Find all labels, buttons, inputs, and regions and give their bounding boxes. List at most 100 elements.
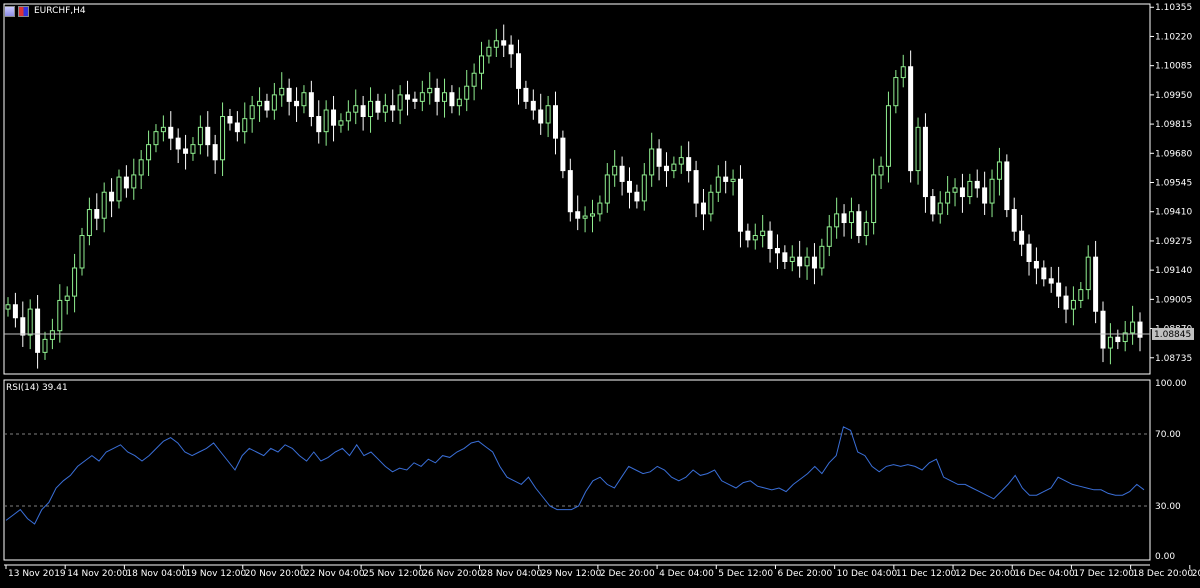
candle-body[interactable]: [656, 148, 662, 167]
candle-body[interactable]: [819, 245, 825, 269]
candle-body[interactable]: [234, 122, 240, 133]
candle-body[interactable]: [878, 165, 884, 176]
candle-body[interactable]: [612, 165, 618, 176]
candle-body[interactable]: [316, 116, 322, 133]
candle-body[interactable]: [72, 267, 78, 297]
candle-body[interactable]: [501, 40, 507, 46]
candle-body[interactable]: [390, 105, 396, 111]
candle-body[interactable]: [530, 100, 536, 111]
candle-body[interactable]: [1100, 310, 1106, 349]
candle-body[interactable]: [700, 202, 706, 215]
candle-body[interactable]: [1056, 282, 1062, 297]
candle-body[interactable]: [345, 111, 351, 122]
candle-body[interactable]: [257, 100, 263, 107]
candle-body[interactable]: [737, 178, 743, 232]
candle-body[interactable]: [197, 126, 203, 146]
candle-body[interactable]: [1078, 289, 1084, 301]
candle-body[interactable]: [42, 338, 48, 353]
candle-body[interactable]: [138, 159, 144, 176]
candle-body[interactable]: [183, 148, 189, 154]
candle-body[interactable]: [12, 304, 18, 319]
candle-body[interactable]: [131, 174, 137, 189]
candle-body[interactable]: [1004, 161, 1010, 211]
candle-body[interactable]: [641, 174, 647, 202]
candle-body[interactable]: [146, 144, 152, 161]
candle-body[interactable]: [937, 202, 943, 215]
chart-canvas[interactable]: 1.10355 1.10220 1.10085 1.09950 1.09815 1.096…: [0, 0, 1200, 584]
candle-body[interactable]: [5, 304, 11, 310]
candle-body[interactable]: [1115, 336, 1121, 343]
candle-body[interactable]: [715, 176, 721, 193]
candle-body[interactable]: [308, 92, 314, 118]
candle-body[interactable]: [752, 235, 758, 241]
candle-body[interactable]: [175, 137, 181, 150]
candle-body[interactable]: [804, 256, 810, 267]
candle-body[interactable]: [826, 226, 832, 247]
candle-body[interactable]: [723, 176, 729, 182]
candle-body[interactable]: [264, 100, 270, 111]
chart-type-icon[interactable]: [4, 5, 15, 17]
candle-body[interactable]: [619, 165, 625, 182]
candle-body[interactable]: [397, 94, 403, 111]
candle-body[interactable]: [456, 98, 462, 107]
candle-body[interactable]: [493, 40, 499, 48]
candle-body[interactable]: [294, 100, 300, 107]
candle-body[interactable]: [419, 92, 425, 102]
candle-body[interactable]: [508, 44, 514, 55]
candle-body[interactable]: [1130, 321, 1136, 334]
candle-body[interactable]: [57, 299, 63, 332]
candle-body[interactable]: [634, 191, 640, 202]
candle-body[interactable]: [604, 174, 610, 204]
candle-body[interactable]: [279, 87, 285, 96]
candle-body[interactable]: [471, 72, 477, 87]
candle-body[interactable]: [538, 109, 544, 124]
candle-body[interactable]: [930, 196, 936, 215]
candle-body[interactable]: [989, 178, 995, 204]
candle-body[interactable]: [567, 170, 573, 213]
candle-body[interactable]: [811, 256, 817, 269]
candle-body[interactable]: [885, 105, 891, 167]
candle-body[interactable]: [774, 248, 780, 254]
candle-body[interactable]: [1033, 260, 1039, 269]
candle-body[interactable]: [271, 94, 277, 111]
candle-body[interactable]: [1063, 295, 1069, 310]
candle-body[interactable]: [331, 109, 337, 126]
candle-body[interactable]: [353, 105, 359, 113]
candle-body[interactable]: [915, 126, 921, 172]
candle-body[interactable]: [863, 222, 869, 237]
candle-body[interactable]: [893, 77, 899, 107]
candle-body[interactable]: [49, 330, 55, 340]
candle-body[interactable]: [323, 109, 329, 133]
candle-body[interactable]: [153, 131, 159, 146]
candle-body[interactable]: [1137, 321, 1143, 338]
candle-body[interactable]: [745, 230, 751, 241]
candle-body[interactable]: [782, 252, 788, 262]
candle-body[interactable]: [382, 105, 388, 113]
candle-body[interactable]: [338, 120, 344, 126]
candle-body[interactable]: [375, 100, 381, 113]
candle-body[interactable]: [841, 213, 847, 224]
candle-body[interactable]: [922, 126, 928, 198]
candle-body[interactable]: [1048, 278, 1054, 284]
candle-body[interactable]: [286, 87, 292, 102]
candle-body[interactable]: [86, 209, 92, 237]
candle-body[interactable]: [434, 87, 440, 102]
candle-body[interactable]: [671, 163, 677, 172]
candle-body[interactable]: [900, 66, 906, 79]
candle-body[interactable]: [597, 202, 603, 215]
candle-body[interactable]: [996, 161, 1002, 180]
candle-body[interactable]: [967, 180, 973, 198]
candle-body[interactable]: [760, 230, 766, 237]
currency-flag-icon[interactable]: [18, 5, 29, 17]
candle-body[interactable]: [464, 85, 470, 100]
candle-body[interactable]: [412, 98, 418, 102]
candle-body[interactable]: [1107, 336, 1113, 349]
candle-body[interactable]: [205, 126, 211, 146]
candle-body[interactable]: [242, 118, 248, 133]
candle-body[interactable]: [168, 126, 174, 139]
candle-body[interactable]: [94, 209, 100, 219]
candle-body[interactable]: [123, 176, 129, 189]
chart-window[interactable]: 1.10355 1.10220 1.10085 1.09950 1.09815 1.096…: [0, 0, 1200, 584]
candle-body[interactable]: [767, 230, 773, 250]
candle-body[interactable]: [190, 144, 196, 154]
